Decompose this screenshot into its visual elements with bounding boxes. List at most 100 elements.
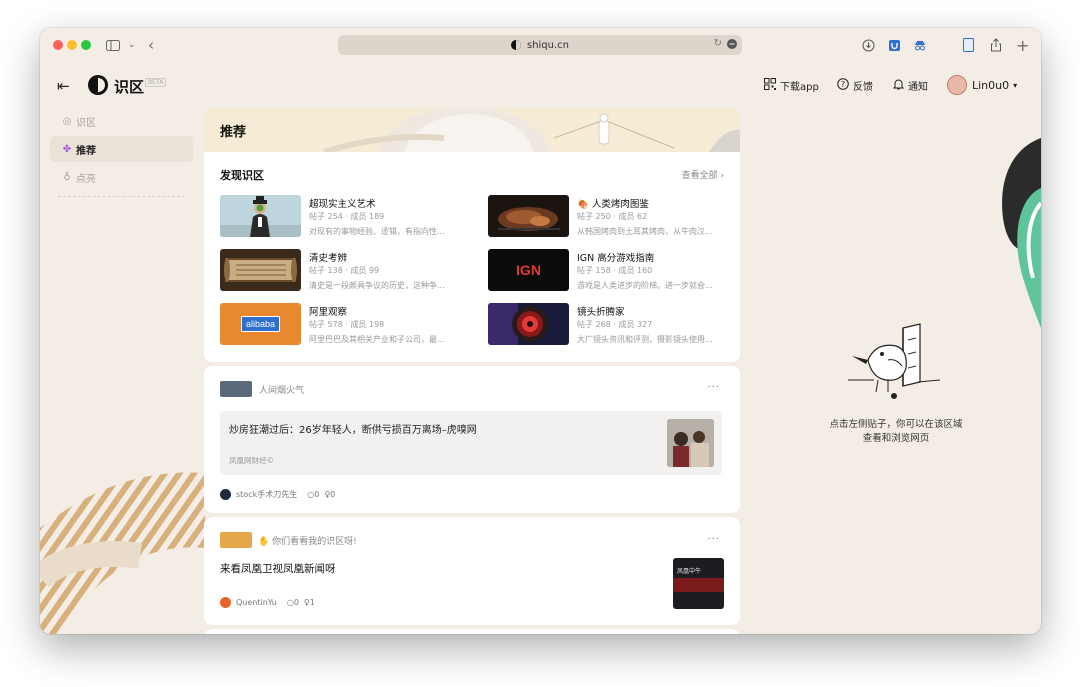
more-options-icon[interactable]: ··· xyxy=(707,534,720,545)
discover-card: 发现识区 查看全部 › 超现实主义艺术 帖子 254 · 成员 189 对现有的… xyxy=(204,152,740,362)
comment-icon[interactable]: ○ xyxy=(287,598,294,607)
bell-icon xyxy=(892,78,905,93)
post-thumbnail-band xyxy=(673,578,724,592)
sidebar-item-light-up[interactable]: ♁ 点亮 xyxy=(50,164,193,190)
notifications-label: 通知 xyxy=(908,82,928,93)
back-arrow-icon[interactable]: ‹ xyxy=(148,36,154,54)
address-bar[interactable]: shiqu.cn ↻ xyxy=(338,35,742,55)
comment-count: 0 xyxy=(293,598,299,607)
view-all-link[interactable]: 查看全部 › xyxy=(682,168,724,181)
community-thumbnail: IGN xyxy=(488,249,569,291)
community-stats: 帖子 250 · 成员 62 xyxy=(577,212,648,221)
community-item[interactable]: alibaba 阿里观察 帖子 578 · 成员 198 阿里巴巴及其相关产业和… xyxy=(220,303,460,345)
notifications-link[interactable]: 通知 xyxy=(892,78,928,93)
sidebar-item-label: 识区 xyxy=(76,117,96,129)
community-name: IGN 高分游戏指南 xyxy=(577,253,655,264)
post-thumbnail: 凤凰中午 xyxy=(673,558,724,609)
discover-title: 发现识区 xyxy=(220,169,264,182)
post-card[interactable]: ✋ 你们看看我的识区呀! ··· 来看凤凰卫视凤凰新闻呀 凤凰中午 Quenti… xyxy=(204,517,740,625)
chevron-down-icon[interactable]: ⌄ xyxy=(128,36,136,54)
community-thumbnail xyxy=(488,195,569,237)
community-thumbnail xyxy=(220,249,301,291)
decorative-stripes-art xyxy=(40,472,205,634)
reload-icon[interactable]: ↻ xyxy=(714,38,722,49)
post-community[interactable]: 人间烟火气 xyxy=(220,381,304,397)
logo-icon[interactable] xyxy=(88,75,108,95)
post-community[interactable]: ✋ 你们看看我的识区呀! xyxy=(220,532,357,548)
link-preview[interactable]: 炒房狂潮过后：26岁年轻人，断供亏损百万离场–虎嗅网 凤凰网财经© xyxy=(220,411,722,475)
more-options-icon[interactable]: ··· xyxy=(707,382,720,393)
community-avatar xyxy=(220,381,252,397)
light-count: 1 xyxy=(309,598,315,607)
download-app-label: 下载app xyxy=(780,82,819,93)
banner-art xyxy=(323,108,740,152)
community-item[interactable]: IGN IGN 高分游戏指南 帖子 158 · 成员 160 游戏是人类进步的阶… xyxy=(488,249,728,291)
community-item[interactable]: 超现实主义艺术 帖子 254 · 成员 189 对现有的事物经验、逻辑，有指向性… xyxy=(220,195,460,237)
zoom-window-button[interactable] xyxy=(81,40,91,50)
community-name: 🍖 人类烤肉图鉴 xyxy=(577,199,649,210)
decorative-green-art xyxy=(1002,138,1041,328)
community-stats: 帖子 254 · 成员 189 xyxy=(309,212,385,221)
url-text: shiqu.cn xyxy=(526,39,570,51)
sidebar-divider xyxy=(58,196,185,197)
sidebar-item-recommend[interactable]: ✤ 推荐 xyxy=(50,136,193,162)
post-footer: stock手术刀先生 ○ 0 ♀ 0 xyxy=(220,489,335,500)
community-desc: 大厂镜头资讯和评测，摄影镜头使用... xyxy=(577,335,713,344)
reader-icon[interactable] xyxy=(727,39,737,52)
download-icon[interactable] xyxy=(862,36,875,54)
community-desc: 对现有的事物经验、逻辑，有指向性... xyxy=(309,227,445,236)
new-tab-icon[interactable]: + xyxy=(1016,36,1029,55)
username: Lin0u0 xyxy=(972,78,1010,92)
bird-door-illustration xyxy=(848,323,940,399)
site-favicon-icon xyxy=(510,40,521,50)
community-avatar xyxy=(220,532,252,548)
link-source: 凤凰网财经© xyxy=(229,456,274,465)
ign-logo-text: IGN xyxy=(516,262,541,278)
browser-toolbar: ⌄ ‹ shiqu.cn ↻ + xyxy=(40,28,1041,62)
community-item[interactable]: 镜头折腾家 帖子 268 · 成员 327 大厂镜头资讯和评测，摄影镜头使用..… xyxy=(488,303,728,345)
document-icon[interactable] xyxy=(963,36,974,54)
qr-code-icon xyxy=(764,78,776,93)
feedback-link[interactable]: ? 反馈 xyxy=(837,78,873,93)
logo-text[interactable]: 识区 xyxy=(114,76,144,97)
hint-line-1: 点击左侧贴子，你可以在该区域 xyxy=(829,419,963,430)
user-menu[interactable]: Lin0u0 ▾ xyxy=(947,75,1017,95)
comment-icon[interactable]: ○ xyxy=(307,490,314,499)
community-name: 超现实主义艺术 xyxy=(309,199,376,210)
download-app-link[interactable]: 下载app xyxy=(764,78,819,93)
bulb-icon: ♁ xyxy=(63,171,71,183)
sidebar-toggle-icon[interactable] xyxy=(106,36,120,54)
community-item[interactable]: 清史考辨 帖子 138 · 成员 99 清史是一段颇具争议的历史，这种争... xyxy=(220,249,460,291)
alibaba-sign-text: alibaba xyxy=(240,316,281,332)
browse-hint: 点击左侧贴子，你可以在该区域 查看和浏览网页 xyxy=(816,418,976,446)
community-desc: 从韩国烤肉到土耳其烤肉，从牛肉汉... xyxy=(577,227,713,236)
sidebar-item-shiqu[interactable]: ◎ 识区 xyxy=(50,108,193,134)
hint-line-2: 查看和浏览网页 xyxy=(862,433,930,444)
community-name: 清史考辨 xyxy=(309,253,348,264)
community-stats: 帖子 268 · 成员 327 xyxy=(577,320,653,329)
post-title: 来看凤凰卫视凤凰新闻呀 xyxy=(220,563,336,575)
community-stats: 帖子 138 · 成员 99 xyxy=(309,266,380,275)
community-desc: 清史是一段颇具争议的历史，这种争... xyxy=(309,281,445,290)
post-card[interactable]: 人间烟火气 ··· 炒房狂潮过后：26岁年轻人，断供亏损百万离场–虎嗅网 凤凰网… xyxy=(204,366,740,513)
community-thumbnail: alibaba xyxy=(220,303,301,345)
close-window-button[interactable] xyxy=(53,40,63,50)
page-title: 推荐 xyxy=(220,125,247,140)
post-community-name: 人间烟火气 xyxy=(259,385,305,396)
extension-shield-icon[interactable] xyxy=(888,36,901,54)
author-name[interactable]: stock手术刀先生 xyxy=(236,489,297,500)
author-name[interactable]: QuentinYu xyxy=(236,598,277,607)
collapse-sidebar-icon[interactable]: ⇤ xyxy=(57,77,70,95)
caret-down-icon: ▾ xyxy=(1013,80,1018,90)
svg-text:?: ? xyxy=(841,80,845,89)
community-thumbnail xyxy=(220,195,301,237)
user-avatar xyxy=(947,75,967,95)
extension-spy-icon[interactable] xyxy=(913,36,927,54)
browser-window: ⌄ ‹ shiqu.cn ↻ + ⇤ 识区 BETA 下载app ? 反馈 通知… xyxy=(40,28,1041,634)
post-card-partial xyxy=(204,629,740,634)
community-name: 镜头折腾家 xyxy=(577,307,625,318)
community-item[interactable]: 🍖 人类烤肉图鉴 帖子 250 · 成员 62 从韩国烤肉到土耳其烤肉，从牛肉汉… xyxy=(488,195,728,237)
light-count: 0 xyxy=(330,490,336,499)
minimize-window-button[interactable] xyxy=(67,40,77,50)
share-icon[interactable] xyxy=(990,36,1002,54)
